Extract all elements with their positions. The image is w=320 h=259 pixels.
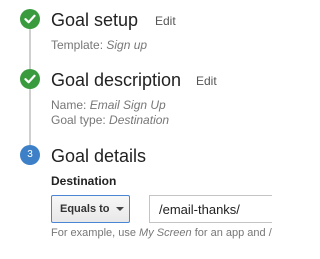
step-1-detail-template: Template: Sign up bbox=[51, 38, 147, 52]
match-type-value: Equals to bbox=[60, 203, 110, 215]
step-number: 3 bbox=[27, 149, 33, 160]
check-icon bbox=[24, 74, 36, 84]
step-3-title: Goal details bbox=[51, 146, 147, 166]
destination-label: Destination bbox=[51, 174, 117, 188]
step-1-check-icon bbox=[20, 9, 40, 29]
detail-label: Template: bbox=[51, 38, 104, 52]
step-2-edit-link[interactable]: Edit bbox=[196, 74, 217, 88]
step-1-title: Goal setup bbox=[51, 10, 139, 30]
hint-suffix: for an app and / bbox=[194, 227, 272, 239]
step-2-title: Goal description bbox=[51, 70, 182, 90]
hint-example: My Screen bbox=[139, 227, 192, 239]
detail-label: Goal type: bbox=[51, 113, 106, 127]
hint-prefix: For example, use bbox=[51, 227, 136, 239]
step-3-number-badge: 3 bbox=[20, 145, 40, 165]
detail-value: Destination bbox=[109, 113, 170, 127]
destination-input[interactable] bbox=[149, 195, 272, 223]
step-2-check-icon bbox=[20, 69, 40, 89]
step-1-edit-link[interactable]: Edit bbox=[155, 14, 176, 28]
check-icon bbox=[24, 14, 36, 24]
detail-value: Email Sign Up bbox=[89, 98, 166, 112]
goal-wizard: Goal setup Edit Template: Sign up Goal d… bbox=[0, 0, 272, 259]
step-2-detail-name: Name: Email Sign Up bbox=[51, 98, 166, 112]
destination-hint: For example, use My Screen for an app an… bbox=[51, 227, 272, 240]
chevron-down-icon bbox=[115, 207, 124, 211]
detail-label: Name: bbox=[51, 98, 87, 112]
step-connector bbox=[29, 29, 31, 69]
step-2-detail-goal-type: Goal type: Destination bbox=[51, 113, 169, 127]
detail-value: Sign up bbox=[106, 38, 148, 52]
match-type-dropdown[interactable]: Equals to bbox=[51, 195, 130, 223]
step-connector bbox=[29, 89, 31, 145]
